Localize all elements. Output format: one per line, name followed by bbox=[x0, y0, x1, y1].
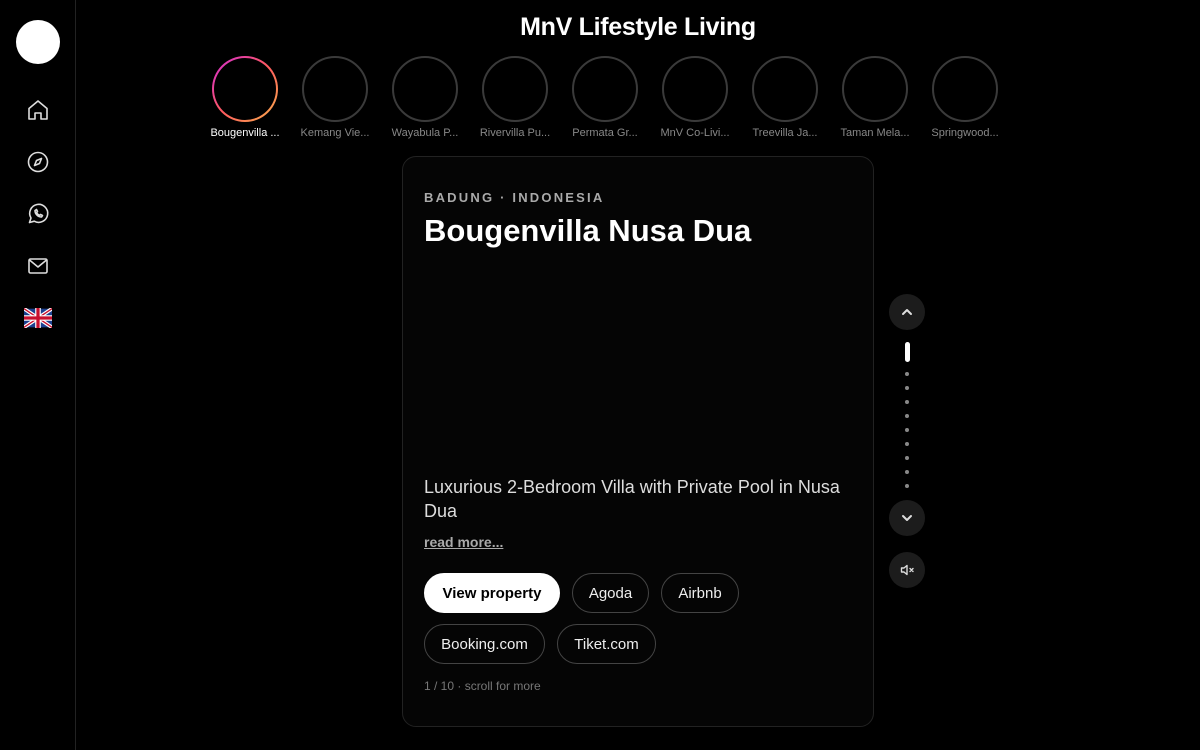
story-item[interactable]: Wayabula P... bbox=[380, 56, 470, 139]
mute-button[interactable] bbox=[889, 552, 925, 588]
pager-dot[interactable] bbox=[905, 372, 909, 376]
story-item[interactable]: Kemang Vie... bbox=[290, 56, 380, 139]
story-item[interactable]: Bougenvilla ... bbox=[200, 56, 290, 139]
story-label: Springwood... bbox=[931, 127, 999, 139]
speaker-mute-icon bbox=[900, 564, 914, 576]
story-avatar bbox=[662, 56, 728, 122]
story-avatar bbox=[212, 56, 278, 122]
pager-dots bbox=[904, 342, 910, 498]
story-avatar bbox=[482, 56, 548, 122]
view-property-button[interactable]: View property bbox=[424, 573, 560, 613]
story-avatar bbox=[302, 56, 368, 122]
story-item[interactable]: MnV Co-Livi... bbox=[650, 56, 740, 139]
pager-dot[interactable] bbox=[905, 386, 909, 390]
story-item[interactable]: Treevilla Ja... bbox=[740, 56, 830, 139]
pager-dot[interactable] bbox=[905, 484, 909, 488]
property-location: BADUNG · INDONESIA bbox=[424, 190, 605, 205]
story-avatar bbox=[572, 56, 638, 122]
pager-dot[interactable] bbox=[905, 400, 909, 404]
story-avatar bbox=[752, 56, 818, 122]
airbnb-button[interactable]: Airbnb bbox=[661, 573, 739, 613]
story-label: Kemang Vie... bbox=[300, 127, 370, 139]
story-label: Rivervilla Pu... bbox=[479, 127, 551, 139]
sidebar bbox=[0, 0, 76, 750]
story-label: Permata Gr... bbox=[572, 127, 638, 139]
story-label: Bougenvilla ... bbox=[210, 127, 280, 139]
story-label: Treevilla Ja... bbox=[752, 127, 818, 139]
compass-icon[interactable] bbox=[23, 147, 53, 177]
previous-button[interactable] bbox=[889, 294, 925, 330]
pager-dot[interactable] bbox=[905, 456, 909, 460]
story-label: MnV Co-Livi... bbox=[660, 127, 730, 139]
read-more-link[interactable]: read more... bbox=[424, 534, 503, 550]
stories-bar: Bougenvilla ... Kemang Vie... Wayabula P… bbox=[200, 56, 1010, 139]
story-item[interactable]: Rivervilla Pu... bbox=[470, 56, 560, 139]
story-avatar bbox=[392, 56, 458, 122]
booking-button[interactable]: Booking.com bbox=[424, 624, 545, 664]
tiket-button[interactable]: Tiket.com bbox=[557, 624, 656, 664]
pager-dot[interactable] bbox=[905, 428, 909, 432]
whatsapp-icon[interactable] bbox=[23, 199, 53, 229]
next-button[interactable] bbox=[889, 500, 925, 536]
story-item[interactable]: Taman Mela... bbox=[830, 56, 920, 139]
mail-icon[interactable] bbox=[23, 251, 53, 281]
story-avatar bbox=[842, 56, 908, 122]
page-title: MnV Lifestyle Living bbox=[520, 13, 756, 41]
property-name: Bougenvilla Nusa Dua bbox=[424, 213, 752, 248]
story-item[interactable]: Permata Gr... bbox=[560, 56, 650, 139]
pager-dot[interactable] bbox=[905, 442, 909, 446]
property-card: BADUNG · INDONESIA Bougenvilla Nusa Dua … bbox=[402, 156, 874, 727]
story-item[interactable]: Springwood... bbox=[920, 56, 1010, 139]
page-counter: 1 / 10 · scroll for more bbox=[424, 679, 541, 693]
pager-dot[interactable] bbox=[905, 470, 909, 474]
chevron-down-icon bbox=[902, 515, 912, 521]
uk-flag-icon[interactable] bbox=[23, 303, 53, 333]
logo[interactable] bbox=[16, 20, 60, 64]
home-icon[interactable] bbox=[23, 95, 53, 125]
pager-dot[interactable] bbox=[905, 414, 909, 418]
pager-dot[interactable] bbox=[904, 342, 910, 362]
story-avatar bbox=[932, 56, 998, 122]
story-label: Wayabula P... bbox=[391, 127, 459, 139]
property-description: Luxurious 2-Bedroom Villa with Private P… bbox=[424, 477, 840, 521]
agoda-button[interactable]: Agoda bbox=[572, 573, 649, 613]
story-label: Taman Mela... bbox=[840, 127, 910, 139]
chevron-up-icon bbox=[902, 309, 912, 315]
